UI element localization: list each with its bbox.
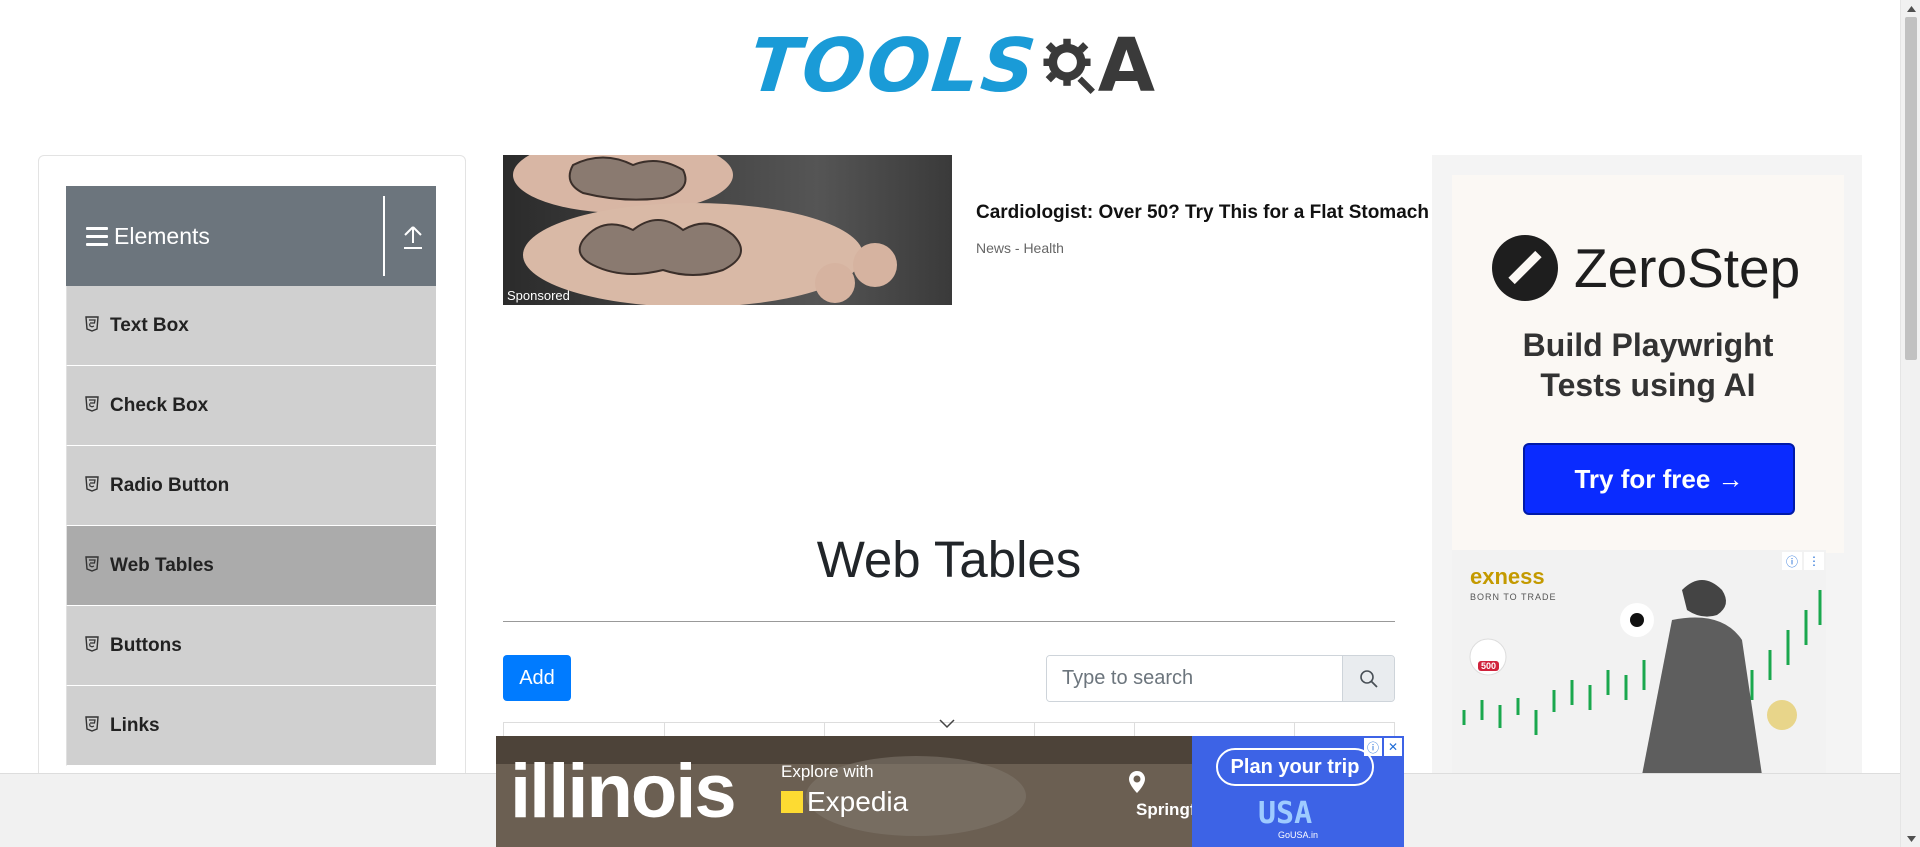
exness-tagline: BORN TO TRADE — [1470, 592, 1557, 602]
add-button[interactable]: Add — [503, 655, 571, 701]
zerostep-ad[interactable]: ZeroStep Build Playwright Tests using AI… — [1452, 175, 1844, 553]
search-input[interactable] — [1047, 656, 1342, 701]
ad-photo — [503, 155, 952, 305]
scroll-thumb[interactable] — [1905, 17, 1917, 360]
hamburger-icon — [86, 226, 108, 246]
ad-choices[interactable]: ⓘ ⋮ — [1782, 552, 1824, 570]
menu-item-text-box[interactable]: Text Box — [66, 286, 436, 366]
menu-item-buttons[interactable]: Buttons — [66, 606, 436, 686]
html5-shield-icon — [85, 395, 99, 412]
zerostep-logo: ZeroStep — [1492, 235, 1800, 301]
menu-item-label: Check Box — [110, 394, 209, 416]
zerostep-headline-line1: Build Playwright — [1522, 327, 1774, 363]
expedia-icon — [781, 791, 803, 813]
chevron-down-icon[interactable] — [938, 718, 956, 730]
html5-shield-icon — [85, 635, 99, 652]
title-divider — [503, 621, 1395, 622]
sponsored-headline[interactable]: Cardiologist: Over 50? Try This for a Fl… — [976, 202, 1434, 224]
location-pin-icon — [1129, 771, 1145, 793]
sponsored-ad-image[interactable]: Sponsored — [503, 155, 952, 305]
menu-item-radio-button[interactable]: Radio Button — [66, 446, 436, 526]
menu-item-check-box[interactable]: Check Box — [66, 366, 436, 446]
sponsored-source: News - Health — [976, 240, 1064, 256]
menu-item-label: Buttons — [110, 634, 182, 656]
ad-choices[interactable]: ⓘ ✕ — [1364, 738, 1402, 756]
close-icon[interactable]: ✕ — [1384, 738, 1402, 756]
expedia-logo: Expedia — [781, 786, 908, 818]
zerostep-headline-line2: Tests using AI — [1540, 367, 1756, 403]
try-for-free-button[interactable]: Try for free → — [1523, 443, 1795, 515]
html5-shield-icon — [85, 715, 99, 732]
explore-with-text: Explore with — [781, 762, 874, 781]
menu-item-links[interactable]: Links — [66, 686, 436, 766]
sponsored-label: Sponsored — [507, 288, 570, 303]
logo-tools-text: TOOLS — [745, 23, 1042, 109]
sidebar: Elements Text Box Check Box Radio Button… — [38, 155, 466, 847]
vertical-scrollbar[interactable] — [1900, 0, 1920, 847]
menu-item-label: Web Tables — [110, 554, 214, 576]
gousa-label: GoUSA.in — [1278, 830, 1319, 840]
gear-magnifier-icon — [1043, 38, 1095, 94]
html5-shield-icon — [85, 315, 99, 332]
search-icon — [1359, 669, 1378, 688]
page: TOOLS A Elements Text Box Check Box Radi… — [0, 0, 1920, 847]
plan-your-trip-button[interactable]: Plan your trip — [1216, 748, 1374, 786]
ad-menu-icon[interactable]: ⋮ — [1804, 552, 1824, 570]
menu-item-label: Links — [110, 714, 160, 736]
zerostep-headline: Build Playwright Tests using AI — [1452, 325, 1844, 405]
search-button[interactable] — [1342, 656, 1394, 701]
group-title: Elements — [114, 222, 210, 249]
menu-item-label: Radio Button — [110, 474, 230, 496]
html5-shield-icon — [85, 475, 99, 492]
logo-a-text: A — [1097, 23, 1155, 109]
search-box — [1046, 655, 1395, 702]
expedia-text: Expedia — [807, 786, 909, 817]
exness-badge: 500 — [1478, 661, 1500, 671]
exness-ad[interactable]: exness BORN TO TRADE 500 ⓘ ⋮ — [1452, 550, 1826, 775]
zerostep-brand: ZeroStep — [1574, 237, 1801, 299]
menu-item-label: Text Box — [110, 314, 189, 336]
zerostep-mark-icon — [1492, 235, 1558, 301]
bottom-banner-ad[interactable]: illinois Explore with Expedia Springfiel… — [496, 736, 1404, 847]
usa-logo: USA — [1258, 796, 1313, 831]
elements-group-header[interactable]: Elements — [66, 186, 436, 286]
menu-list: Text Box Check Box Radio Button Web Tabl… — [66, 286, 436, 766]
page-title: Web Tables — [816, 531, 1082, 588]
ad-info-icon[interactable]: ⓘ — [1782, 552, 1802, 570]
header-divider — [383, 196, 385, 276]
exness-brand: exness — [1470, 564, 1545, 589]
site-logo[interactable]: TOOLS A — [745, 18, 1155, 114]
scroll-up-arrow-icon[interactable] — [1901, 0, 1920, 17]
menu-item-web-tables[interactable]: Web Tables — [66, 526, 436, 606]
right-ad[interactable]: ZeroStep Build Playwright Tests using AI… — [1432, 155, 1862, 775]
illinois-wordmark: illinois — [510, 749, 737, 834]
upload-arrow-icon[interactable] — [401, 221, 425, 251]
ad-info-icon[interactable]: ⓘ — [1364, 738, 1382, 756]
scroll-down-arrow-icon[interactable] — [1901, 830, 1920, 847]
html5-shield-icon — [85, 555, 99, 572]
